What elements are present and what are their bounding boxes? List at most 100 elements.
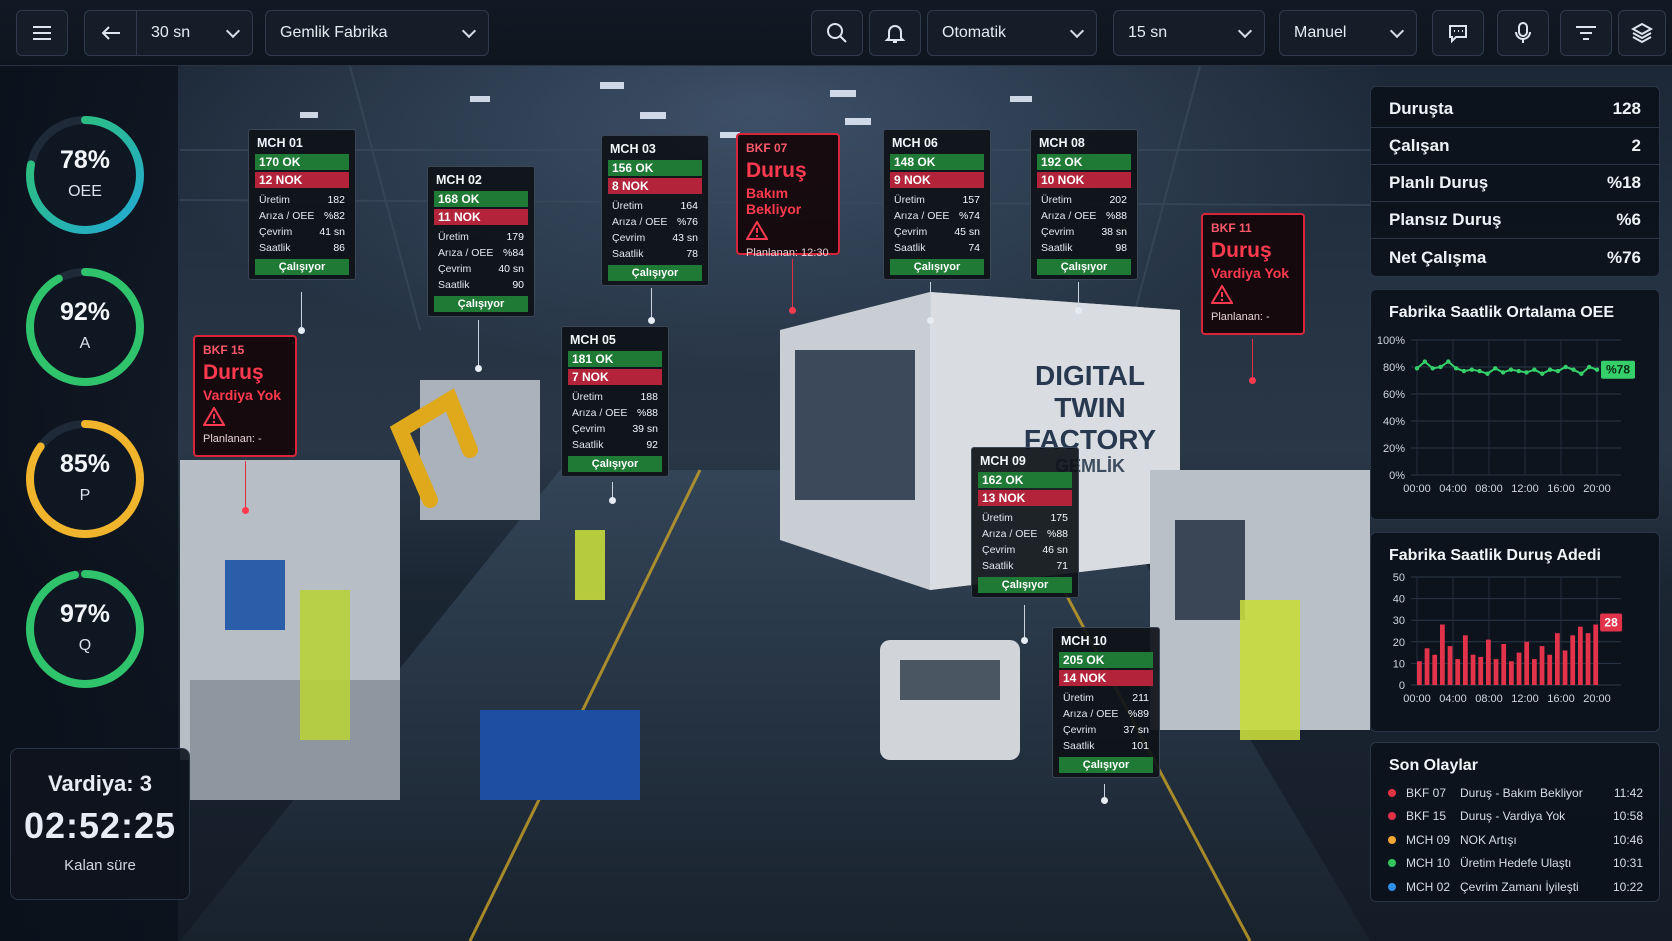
x-tick-label: 08:00 (1475, 483, 1503, 495)
metric-row-saatlik: Saatlik 71 (978, 558, 1072, 574)
metric-value: 101 (1131, 740, 1149, 752)
stop-state: Duruş (203, 361, 264, 384)
control-value: Manuel (1294, 24, 1347, 41)
machine-card-m09[interactable]: MCH 09 162 OK 13 NOK Üretim 175 Arıza / OEE %8… (971, 447, 1079, 598)
machine-status: Çalışıyor (890, 259, 984, 275)
stop-card-b15[interactable]: BKF 15 Duruş Vardiya Yok Planlanan: - (193, 335, 297, 457)
stop-bar (1478, 656, 1484, 685)
microphone-button[interactable] (1497, 10, 1549, 56)
bell-icon (884, 25, 906, 43)
machine-name: MCH 08 (1039, 136, 1085, 150)
refresh-select[interactable]: 15 sn (1113, 10, 1265, 56)
ok-count: 170 OK (255, 154, 349, 170)
machine-card-m05[interactable]: MCH 05 181 OK 7 NOK Üretim 188 Arıza / OEE %88… (561, 326, 669, 477)
stat-row: Duruşta 128 (1371, 91, 1659, 128)
event-description: Üretim Hedefe Ulaştı (1460, 856, 1572, 871)
machine-status: Çalışıyor (1037, 259, 1131, 275)
event-item[interactable]: MCH 09 NOK Artışı 10:46 (1371, 828, 1659, 852)
control-select[interactable]: Manuel (1279, 10, 1417, 56)
metric-label: Saatlik (982, 560, 1014, 572)
event-status-dot (1388, 788, 1396, 797)
notifications-button[interactable] (869, 10, 921, 56)
machine-status: Çalışıyor (434, 296, 528, 312)
oee-point (1508, 367, 1514, 372)
metric-label: Çevrim (1063, 724, 1097, 736)
stop-bar (1585, 633, 1591, 685)
filter-button[interactable] (1560, 10, 1612, 56)
metric-row-oee: Arıza / OEE %76 (608, 214, 702, 230)
y-tick-label: 30 (1393, 615, 1405, 627)
metric-label: Arıza / OEE (438, 247, 494, 259)
layers-icon (1631, 22, 1653, 44)
event-item[interactable]: MCH 02 Çevrim Zamanı İyileşti 10:22 (1371, 875, 1659, 899)
oee-point (1453, 366, 1459, 371)
y-tick-label: 0% (1389, 470, 1405, 482)
x-tick-label: 00:00 (1403, 693, 1431, 705)
metric-row-saatlik: Saatlik 78 (608, 246, 702, 262)
event-time: 11:42 (1613, 785, 1643, 800)
search-button[interactable] (811, 10, 863, 56)
metric-value: 40 sn (498, 263, 524, 275)
layers-button[interactable] (1618, 10, 1666, 56)
oee-point (1586, 364, 1592, 370)
chat-button[interactable] (1432, 10, 1484, 56)
machine-card-m06[interactable]: MCH 06 148 OK 9 NOK Üretim 157 Arıza / OEE %74… (883, 129, 991, 280)
x-tick-label: 00:00 (1403, 483, 1431, 495)
stop-state: Duruş (746, 159, 807, 182)
stop-bar (1555, 633, 1560, 685)
y-tick-label: 80% (1383, 362, 1405, 374)
oee-point (1414, 366, 1420, 371)
factory-value: Gemlik Fabrika (280, 24, 388, 41)
machine-card-m10[interactable]: MCH 10 205 OK 14 NOK Üretim 211 Arıza / OEE %8… (1052, 627, 1160, 778)
mode-select[interactable]: Otomatik (927, 10, 1097, 56)
metric-value: 38 sn (1101, 226, 1127, 238)
card-connector (609, 482, 616, 504)
card-connector (1101, 784, 1108, 804)
ok-count: 148 OK (890, 154, 984, 170)
event-item[interactable]: BKF 15 Duruş - Vardiya Yok 10:58 (1371, 805, 1659, 829)
y-tick-label: 20% (1383, 443, 1405, 455)
chat-icon (1449, 25, 1467, 44)
interval-select[interactable]: 30 sn (137, 23, 252, 42)
nok-count: 10 NOK (1037, 172, 1131, 188)
factory-select[interactable]: Gemlik Fabrika (265, 10, 489, 56)
stop-card-b07[interactable]: BKF 07 Duruş Bakım Bekliyor Planlanan: 12:3… (736, 133, 840, 259)
machine-status: Çalışıyor (978, 577, 1072, 593)
x-tick-label: 12:00 (1511, 693, 1539, 705)
back-button[interactable] (85, 11, 137, 55)
event-item[interactable]: BKF 07 Duruş - Bakım Bekliyor 11:42 (1371, 781, 1659, 805)
stop-state: Duruş (1211, 239, 1272, 262)
machine-card-m03[interactable]: MCH 03 156 OK 8 NOK Üretim 164 Arıza / OEE %76… (601, 135, 709, 286)
menu-button[interactable] (16, 10, 68, 56)
arrow-left-icon (101, 26, 120, 40)
refresh-value: 15 sn (1128, 24, 1168, 41)
quality-gauge: 97% Q (18, 562, 152, 696)
machine-card-m01[interactable]: MCH 01 170 OK 12 NOK Üretim 182 Arıza / OEE %8… (248, 129, 356, 280)
x-tick-label: 12:00 (1511, 483, 1539, 495)
oee-point (1493, 366, 1498, 371)
metric-row-uretim: Üretim 202 (1037, 192, 1131, 208)
metric-value: 86 (333, 242, 345, 254)
stop-bar (1424, 648, 1430, 685)
y-tick-label: 40 (1393, 594, 1405, 606)
machine-card-m08[interactable]: MCH 08 192 OK 10 NOK Üretim 202 Arıza / OEE %8… (1030, 129, 1138, 280)
event-item[interactable]: MCH 10 Üretim Hedefe Ulaştı 10:31 (1371, 852, 1659, 876)
stop-bar (1440, 624, 1445, 685)
metric-label: Saatlik (612, 248, 644, 260)
hourly-oee-panel: Fabrika Saatlik Ortalama OEE 0% 20% 40% 60%… (1370, 289, 1660, 520)
gauge-ring (26, 116, 144, 234)
oee-point (1571, 367, 1576, 372)
metric-row-oee: Arıza / OEE %84 (434, 245, 528, 261)
stop-reason: Bakım Bekliyor (746, 185, 802, 217)
oee-point (1422, 359, 1428, 364)
metric-value: %84 (502, 247, 524, 259)
stop-bar (1570, 635, 1576, 685)
stop-bar (1509, 661, 1514, 685)
oee-point (1540, 371, 1545, 376)
gauge-label: Q (78, 637, 92, 654)
metric-value: 202 (1109, 194, 1127, 206)
metric-row-uretim: Üretim 188 (568, 389, 662, 405)
stop-card-b11[interactable]: BKF 11 Duruş Vardiya Yok Planlanan: - (1201, 213, 1305, 335)
machine-card-m02[interactable]: MCH 02 168 OK 11 NOK Üretim 179 Arıza / OEE %8… (427, 166, 535, 317)
event-time: 10:22 (1612, 879, 1643, 894)
